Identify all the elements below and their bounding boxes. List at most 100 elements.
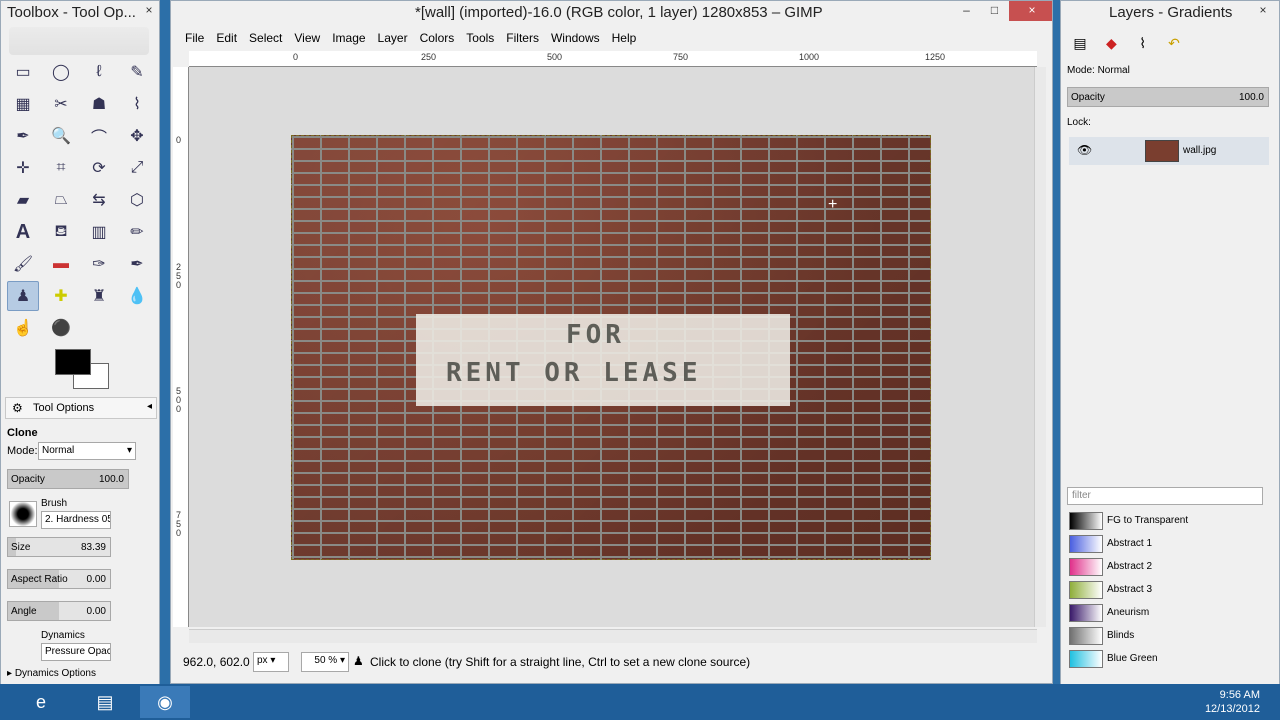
angle-slider[interactable]: Angle 0.00 [7,601,111,621]
pencil-icon[interactable]: ✏ [121,217,153,247]
dock-titlebar[interactable]: Layers - Gradients × [1061,1,1279,25]
text-icon[interactable]: A [7,217,39,247]
tab-menu-icon[interactable]: ◂ [147,401,152,412]
layer-mode-value[interactable]: Normal [1098,65,1130,76]
unit-select[interactable]: px ▾ [253,652,289,672]
eraser-icon[interactable]: ▬ [45,249,77,279]
brick-wall-image[interactable]: FOR RENT OR LEASE + [291,135,931,560]
gradient-item[interactable]: Abstract 2 [1069,555,1255,578]
ink-icon[interactable]: ✒ [121,249,153,279]
scissors-icon[interactable]: ✂ [45,89,77,119]
free-select-icon[interactable]: ℓ [83,57,115,87]
paths-icon[interactable]: ⌇ [121,89,153,119]
gradient-item[interactable]: Aneurism [1069,601,1255,624]
vertical-scrollbar[interactable] [1034,67,1046,627]
layer-opacity-value: 100.0 [1238,92,1264,103]
heal-icon[interactable]: ✚ [45,281,77,311]
blend-icon[interactable]: ▥ [83,217,115,247]
horizontal-scrollbar[interactable] [189,629,1037,643]
eye-icon[interactable]: 👁 [1077,143,1092,157]
foreground-color-swatch[interactable] [55,349,91,375]
rotate-icon[interactable]: ⟳ [83,153,115,183]
menu-colors[interactable]: Colors [414,27,461,49]
tool-options-tab[interactable]: ⚙ Tool Options ◂ [5,397,157,419]
status-message: Click to clone (try Shift for a straight… [370,655,751,669]
channels-tab-icon[interactable]: ◆ [1098,31,1124,55]
paths-tab-icon[interactable]: ⌇ [1130,31,1156,55]
gradient-item[interactable]: Abstract 3 [1069,578,1255,601]
image-title: *[wall] (imported)-16.0 (RGB color, 1 la… [415,4,823,21]
perspective-clone-icon[interactable]: ♜ [83,281,115,311]
smudge-icon[interactable]: ☝ [7,313,39,343]
gradient-item[interactable]: Abstract 1 [1069,532,1255,555]
toolbox-close-button[interactable]: × [139,1,159,21]
vertical-ruler[interactable]: 0 250 500 750 [173,67,189,627]
menu-view[interactable]: View [288,27,326,49]
color-select-icon[interactable]: ▦ [7,89,39,119]
menu-select[interactable]: Select [243,27,288,49]
layers-dock-window: Layers - Gradients × ▤ ◆ ⌇ ↶ Mode: Norma… [1060,0,1280,720]
menu-file[interactable]: File [179,27,210,49]
fuzzy-select-icon[interactable]: ✎ [121,57,153,87]
layers-tab-icon[interactable]: ▤ [1067,31,1093,55]
dynamics-options-expander[interactable]: ▸ Dynamics Options [7,668,96,679]
gradient-item[interactable]: Blinds [1069,624,1255,647]
flip-icon[interactable]: ⇆ [83,185,115,215]
aspect-ratio-slider[interactable]: Aspect Ratio 0.00 [7,569,111,589]
blur-icon[interactable]: 💧 [121,281,153,311]
tool-name: Clone [7,427,38,439]
minimize-button[interactable]: – [953,1,980,21]
close-button[interactable]: × [1009,1,1052,21]
airbrush-icon[interactable]: ✑ [83,249,115,279]
zoom-select[interactable]: 50 % ▾ [301,652,349,672]
cage-transform-icon[interactable]: ⬡ [121,185,153,215]
menu-filters[interactable]: Filters [500,27,545,49]
menu-help[interactable]: Help [606,27,643,49]
size-slider[interactable]: Size 83.39 [7,537,111,557]
toolbox-titlebar[interactable]: Toolbox - Tool Op... × [1,1,159,25]
clone-icon[interactable]: ♟ [7,281,39,311]
mode-select[interactable]: Normal ▾ [38,442,136,460]
bucket-fill-icon[interactable]: ⛾ [45,217,77,247]
menu-layer[interactable]: Layer [372,27,414,49]
dock-close-button[interactable]: × [1251,1,1275,21]
gimp-taskbar-icon[interactable]: ◉ [140,686,190,718]
ellipse-select-icon[interactable]: ◯ [45,57,77,87]
perspective-icon[interactable]: ⏢ [45,185,77,215]
foreground-select-icon[interactable]: ☗ [83,89,115,119]
brush-name-field[interactable]: 2. Hardness 05 [41,511,111,529]
dynamics-options-label: Dynamics Options [14,668,96,679]
ie-icon[interactable]: e [16,686,66,718]
scale-icon[interactable]: ⤢ [121,153,153,183]
align-icon[interactable]: ✛ [7,153,39,183]
paintbrush-icon[interactable]: 🖌 [7,249,39,279]
menu-edit[interactable]: Edit [210,27,243,49]
move-icon[interactable]: ✥ [121,121,153,151]
measure-icon[interactable]: ⌒ [83,121,115,151]
gradient-item[interactable]: Blue Green [1069,647,1255,670]
gradient-filter-input[interactable]: filter [1067,487,1263,505]
file-explorer-icon[interactable]: ▤ [80,686,130,718]
horizontal-ruler[interactable]: 0 250 500 750 1000 1250 [189,51,1037,67]
layer-opacity-slider[interactable]: Opacity 100.0 [1067,87,1269,107]
color-picker-icon[interactable]: ✒ [7,121,39,151]
menu-tools[interactable]: Tools [460,27,500,49]
image-canvas[interactable]: FOR RENT OR LEASE + [189,67,1037,627]
dynamics-field[interactable]: Pressure Opac [41,643,111,661]
menu-windows[interactable]: Windows [545,27,606,49]
rect-select-icon[interactable]: ▭ [7,57,39,87]
maximize-button[interactable]: □ [981,1,1008,21]
undo-tab-icon[interactable]: ↶ [1161,31,1187,55]
brush-preview[interactable] [9,501,37,527]
ruler-v-label: 500 [176,386,182,414]
crop-icon[interactable]: ⌗ [45,153,77,183]
image-titlebar[interactable]: *[wall] (imported)-16.0 (RGB color, 1 la… [171,1,1052,25]
shear-icon[interactable]: ▰ [7,185,39,215]
layer-row[interactable]: 👁 wall.jpg [1069,137,1269,165]
dodge-burn-icon[interactable]: ⚫ [45,313,77,343]
menu-image[interactable]: Image [326,27,371,49]
opacity-slider[interactable]: Opacity 100.0 [7,469,129,489]
gradient-item[interactable]: FG to Transparent [1069,509,1255,532]
ruler-v-label: 250 [176,262,182,290]
zoom-icon[interactable]: 🔍 [45,121,77,151]
